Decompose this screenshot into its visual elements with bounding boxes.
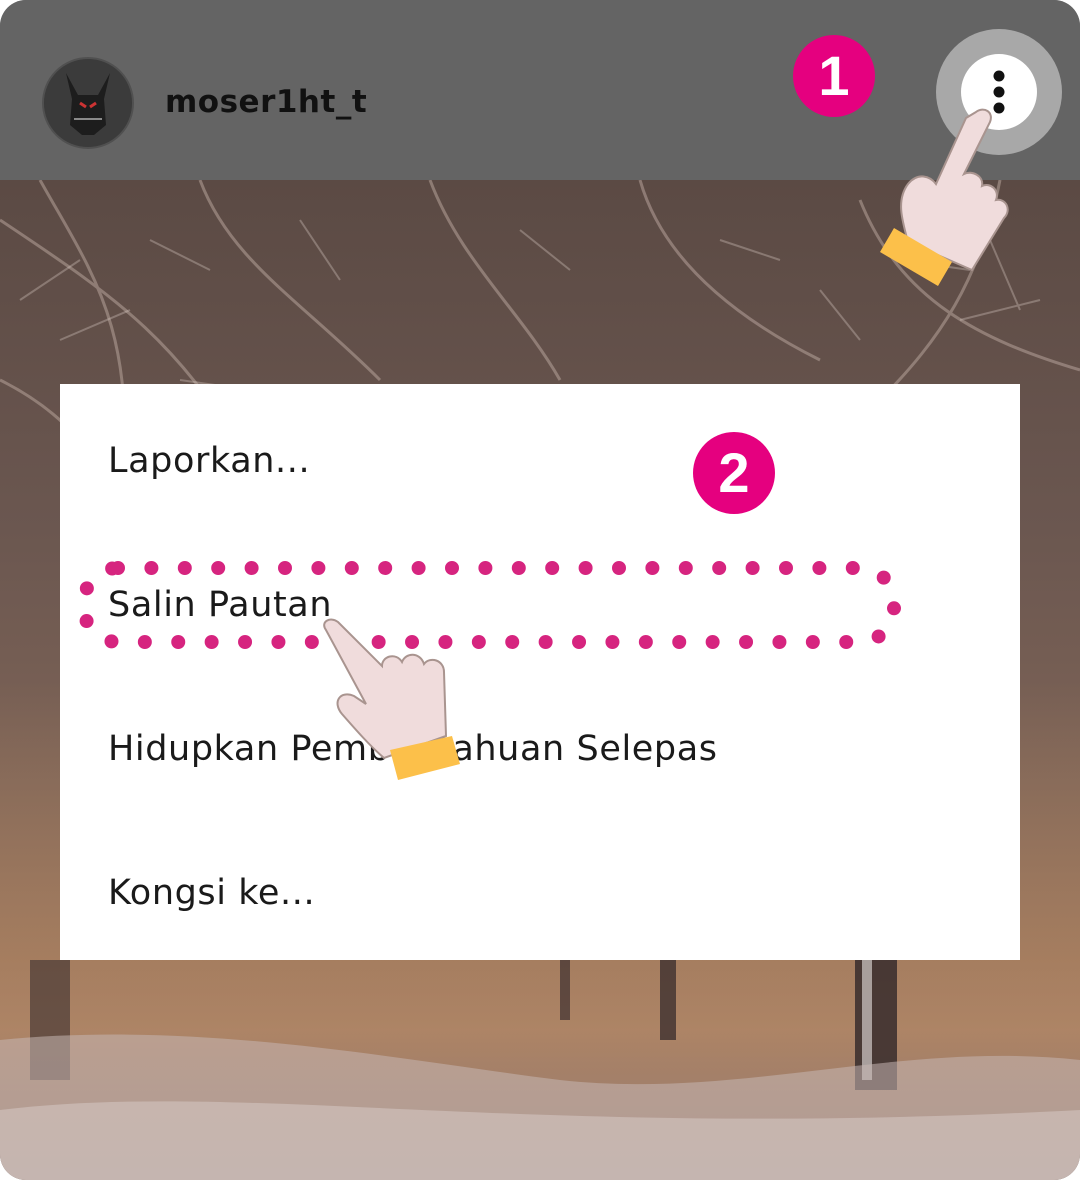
copy-link-highlight-outline [77,561,901,649]
step-badge-1: 1 [793,35,875,117]
tap-hand-icon [880,108,1009,286]
avatar-image [44,59,132,147]
menu-item-report[interactable]: Laporkan... [108,441,310,481]
tap-hand-icon [323,618,460,780]
options-popup-menu: Laporkan... Salin Pautan Hidupkan Pember… [60,384,1020,960]
menu-item-share-to[interactable]: Kongsi ke... [108,873,315,913]
screenshot-frame: moser1ht_t 1 Laporkan... Salin Pautan Hi… [0,0,1080,1180]
step-badge-2: 2 [693,432,775,514]
username[interactable]: moser1ht_t [165,84,367,120]
profile-avatar[interactable] [42,57,134,149]
